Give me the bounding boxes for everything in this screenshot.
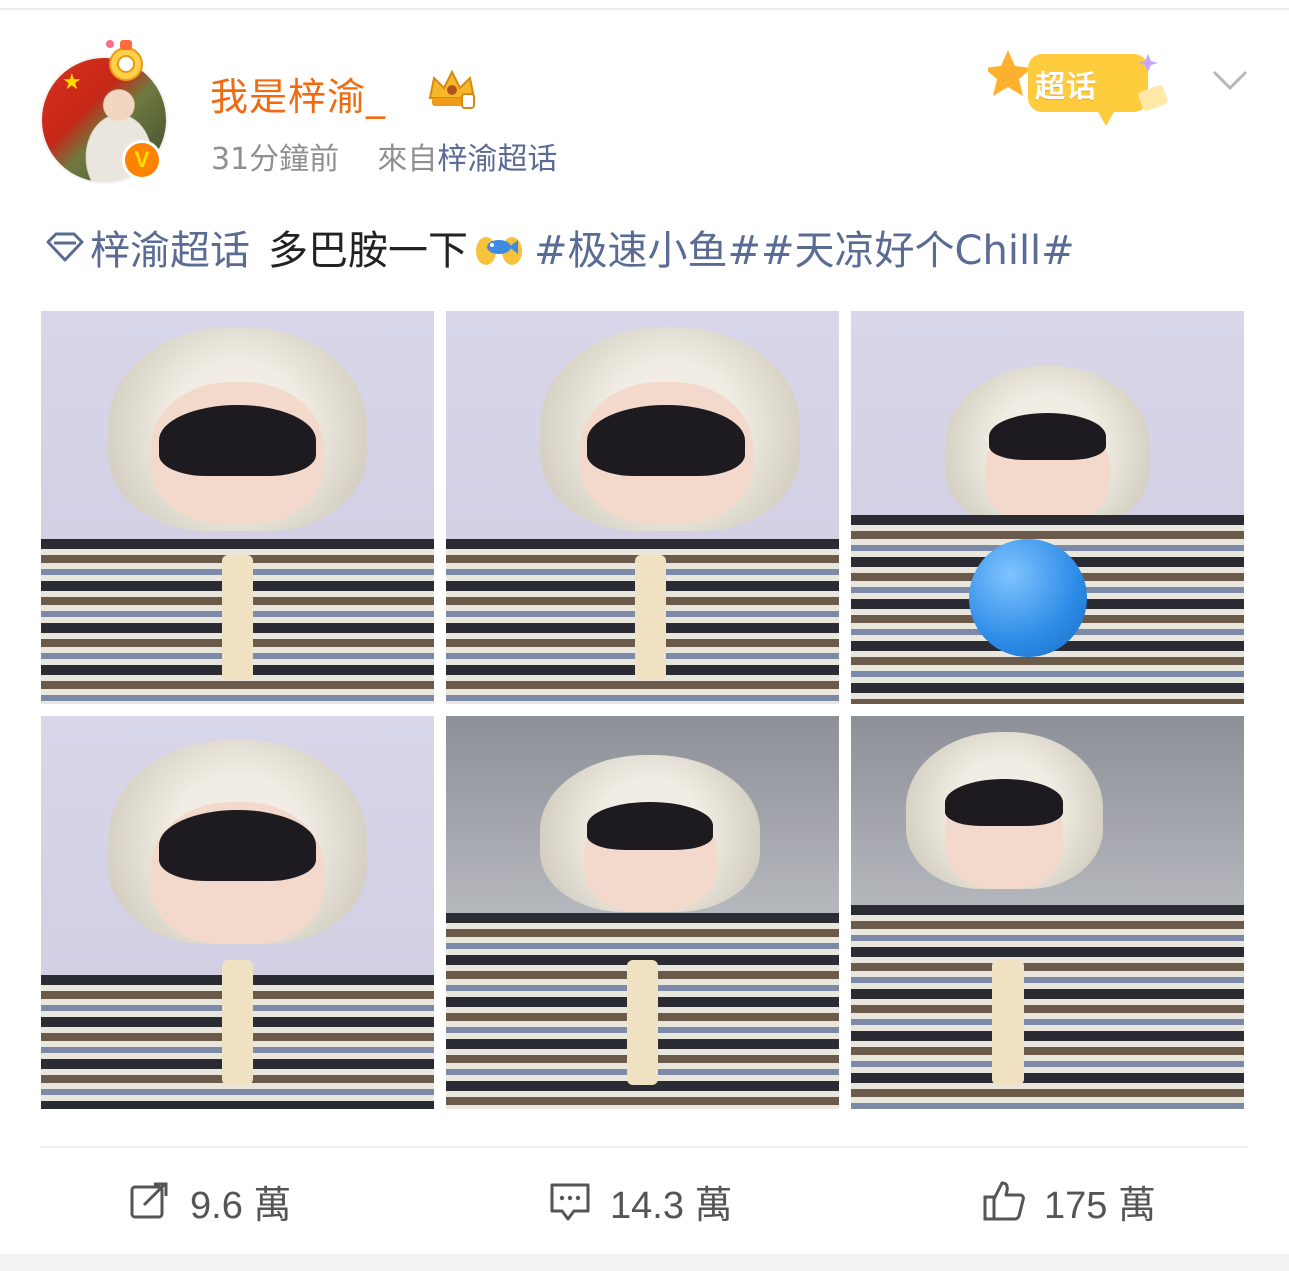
post-meta: 31分鐘前 來自梓渝超话 xyxy=(211,134,557,178)
diamond-icon xyxy=(46,232,84,262)
comment-count: 14.3 萬 xyxy=(610,1184,733,1227)
like-button[interactable]: 175 萬 xyxy=(982,1176,1156,1227)
comment-button[interactable]: 14.3 萬 xyxy=(548,1176,733,1227)
photo-2[interactable] xyxy=(446,311,839,704)
photo-6[interactable] xyxy=(851,716,1244,1109)
repost-button[interactable]: 9.6 萬 xyxy=(128,1176,292,1227)
hashtags[interactable]: #极速小鱼##天凉好个Chill# xyxy=(534,218,1075,276)
comment-icon xyxy=(550,1183,590,1221)
topic-link-label: 梓渝超话 xyxy=(90,228,250,274)
photo-3[interactable] xyxy=(851,311,1244,704)
flag-star-icon: ★ xyxy=(62,70,82,95)
action-divider xyxy=(40,1146,1248,1148)
photo-5[interactable] xyxy=(446,716,839,1109)
repost-icon xyxy=(130,1182,168,1219)
post-time: 31分鐘前 xyxy=(211,142,340,177)
crown-icon[interactable] xyxy=(426,68,478,112)
photo-1[interactable] xyxy=(41,311,434,704)
post-content: 梓渝超话 多巴胺一下 #极速小鱼##天凉好个Chill# xyxy=(44,218,1075,276)
chaohua-badge-label: 超话 xyxy=(1035,70,1097,105)
top-divider xyxy=(0,8,1289,10)
verified-badge-icon: V xyxy=(122,140,162,180)
like-count: 175 萬 xyxy=(1044,1184,1156,1227)
source-link[interactable]: 梓渝超话 xyxy=(437,142,557,177)
from-prefix: 來自 xyxy=(377,142,438,177)
topic-link[interactable]: 梓渝超话 xyxy=(44,218,250,276)
hands-holding-fish-icon xyxy=(476,237,522,265)
repost-count: 9.6 萬 xyxy=(190,1184,292,1227)
photo-4[interactable] xyxy=(41,716,434,1109)
thumbs-up-icon xyxy=(983,1181,1025,1221)
chevron-down-icon[interactable] xyxy=(1208,64,1252,94)
post-text: 多巴胺一下 xyxy=(268,228,468,274)
username[interactable]: 我是梓渝_ xyxy=(210,66,386,121)
bottom-separator xyxy=(0,1254,1289,1271)
avatar-frame-decoration-icon xyxy=(106,40,143,81)
